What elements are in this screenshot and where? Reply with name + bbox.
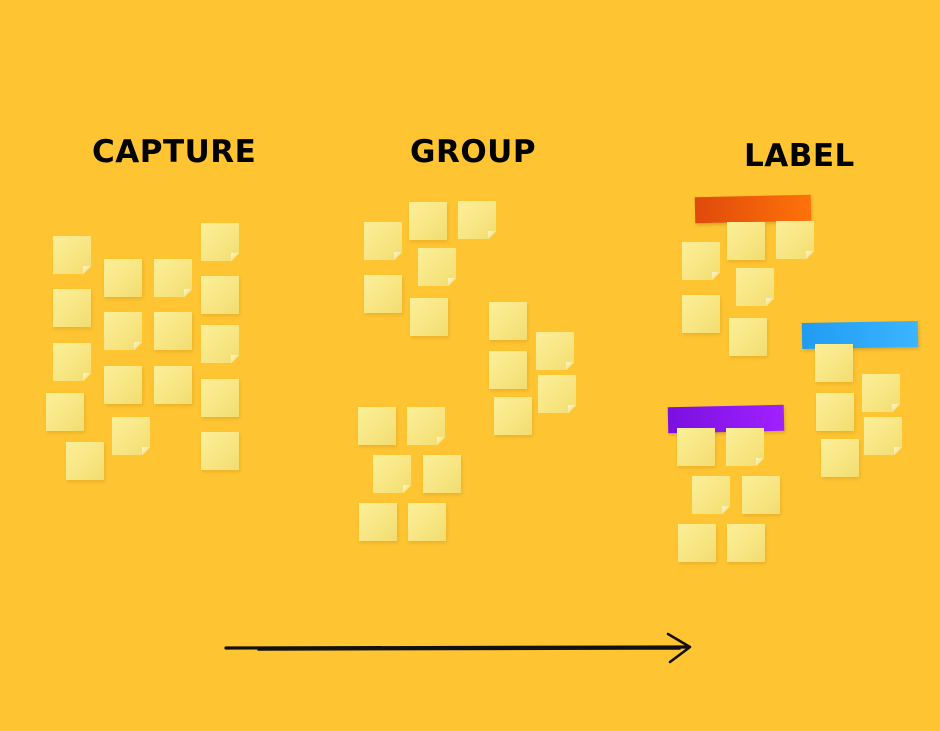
sticky-note[interactable] [423,455,461,493]
sticky-note[interactable] [364,275,402,313]
sticky-note[interactable] [46,393,84,431]
label-tape-orange[interactable] [694,194,812,224]
sticky-note[interactable] [727,524,765,562]
sticky-note[interactable] [489,351,527,389]
sticky-note[interactable] [815,344,853,382]
heading-capture: CAPTURE [92,134,257,170]
sticky-note[interactable] [359,503,397,541]
sticky-note[interactable] [727,222,765,260]
sticky-note[interactable] [358,407,396,445]
sticky-note[interactable] [409,202,447,240]
sticky-note[interactable] [736,268,774,306]
sticky-note[interactable] [53,343,91,381]
sticky-note[interactable] [104,312,142,350]
sticky-note[interactable] [201,325,239,363]
sticky-note[interactable] [53,289,91,327]
sticky-note[interactable] [418,248,456,286]
sticky-note[interactable] [489,302,527,340]
sticky-note[interactable] [816,393,854,431]
sticky-note[interactable] [373,455,411,493]
sticky-note[interactable] [677,428,715,466]
sticky-note[interactable] [154,259,192,297]
sticky-note[interactable] [536,332,574,370]
process-arrow-icon [224,632,692,664]
heading-label: LABEL [744,138,855,174]
sticky-note[interactable] [53,236,91,274]
sticky-note[interactable] [112,417,150,455]
sticky-note[interactable] [407,407,445,445]
sticky-note[interactable] [692,476,730,514]
sticky-note[interactable] [729,318,767,356]
sticky-note[interactable] [678,524,716,562]
sticky-note[interactable] [538,375,576,413]
sticky-note[interactable] [201,276,239,314]
sticky-note[interactable] [742,476,780,514]
sticky-note[interactable] [862,374,900,412]
sticky-note[interactable] [682,242,720,280]
sticky-note[interactable] [201,223,239,261]
sticky-note[interactable] [201,379,239,417]
sticky-note[interactable] [154,366,192,404]
sticky-note[interactable] [864,417,902,455]
sticky-note[interactable] [364,222,402,260]
sticky-note[interactable] [201,432,239,470]
sticky-note[interactable] [726,428,764,466]
sticky-note[interactable] [104,259,142,297]
sticky-note[interactable] [458,201,496,239]
sticky-note[interactable] [408,503,446,541]
sticky-note[interactable] [821,439,859,477]
sticky-note[interactable] [776,221,814,259]
sticky-note[interactable] [410,298,448,336]
sticky-note[interactable] [154,312,192,350]
sticky-note[interactable] [682,295,720,333]
sticky-note[interactable] [66,442,104,480]
heading-group: GROUP [410,134,537,170]
sticky-note[interactable] [104,366,142,404]
sticky-note[interactable] [494,397,532,435]
